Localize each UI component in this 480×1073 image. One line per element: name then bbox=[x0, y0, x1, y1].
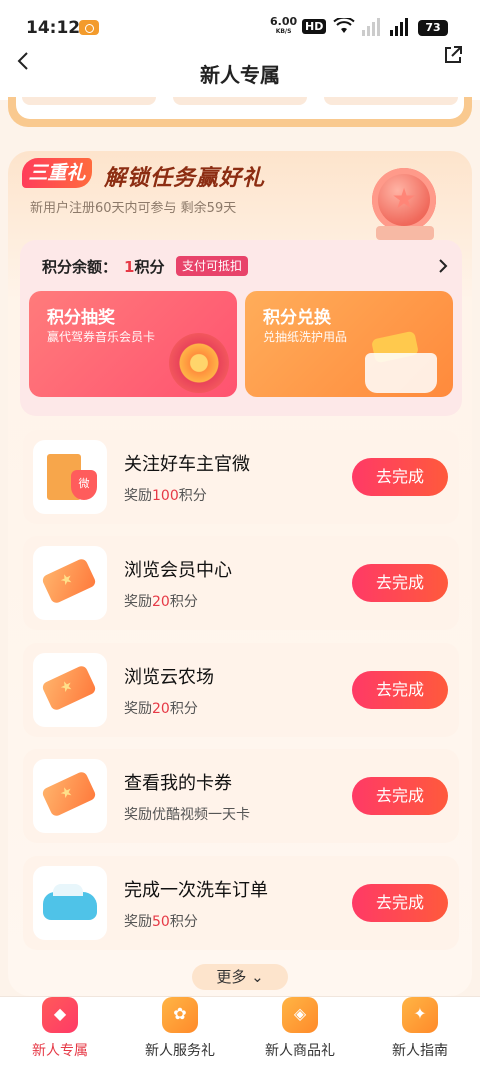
network-rate: 6.00 KB/S bbox=[270, 15, 298, 35]
task-name: 完成一次洗车订单 bbox=[124, 880, 268, 901]
compass-icon: ✦ bbox=[402, 997, 438, 1033]
status-time: 14:12 bbox=[26, 18, 81, 38]
signal-icon-sim1 bbox=[362, 18, 380, 36]
ticket-icon bbox=[33, 653, 107, 727]
previous-section-card bbox=[8, 97, 472, 127]
points-balance[interactable]: 1积分 bbox=[124, 256, 164, 277]
task-complete-button[interactable]: 去完成 bbox=[352, 564, 448, 602]
tag-icon: ◈ bbox=[282, 997, 318, 1033]
redeem-title: 积分兑换 bbox=[263, 308, 331, 328]
share-icon[interactable] bbox=[442, 44, 464, 66]
task-complete-button[interactable]: 去完成 bbox=[352, 777, 448, 815]
coin-pedestal-icon bbox=[376, 226, 434, 240]
redeem-subtitle: 兑抽纸洗护用品 bbox=[263, 330, 348, 344]
ticket-icon bbox=[33, 759, 107, 833]
task-item: 查看我的卡券 奖励优酷视频一天卡 去完成 bbox=[23, 749, 459, 843]
lottery-title: 积分抽奖 bbox=[47, 308, 115, 328]
task-item: 完成一次洗车订单 奖励50积分 去完成 bbox=[23, 856, 459, 950]
points-label: 积分余额： bbox=[42, 258, 118, 276]
points-tag: 支付可抵扣 bbox=[176, 256, 249, 276]
task-complete-button[interactable]: 去完成 bbox=[352, 458, 448, 496]
coin-icon bbox=[372, 168, 436, 232]
task-reward: 奖励20积分 bbox=[124, 594, 198, 610]
battery-icon: 73 bbox=[418, 20, 448, 36]
service-grid-icon: ✿ bbox=[162, 997, 198, 1033]
task-name: 浏览会员中心 bbox=[124, 560, 232, 581]
task-reward: 奖励50积分 bbox=[124, 914, 198, 930]
bottom-tab-bar: ◆ 新人专属 ✿ 新人服务礼 ◈ 新人商品礼 ✦ 新人指南 bbox=[0, 996, 480, 1073]
tab-newcomer-exclusive[interactable]: ◆ 新人专属 bbox=[0, 997, 120, 1073]
car-wash-icon bbox=[33, 866, 107, 940]
signal-icon-5g bbox=[390, 18, 408, 36]
nav-bar: 新人专属 bbox=[0, 44, 480, 100]
tab-newcomer-service-gift[interactable]: ✿ 新人服务礼 bbox=[120, 997, 240, 1073]
task-item: 微 关注好车主官微 奖励100积分 去完成 bbox=[23, 430, 459, 524]
task-reward: 奖励100积分 bbox=[124, 488, 207, 504]
promo-title: 解锁任务赢好礼 bbox=[104, 166, 266, 191]
task-name: 关注好车主官微 bbox=[124, 454, 250, 475]
task-item: 浏览会员中心 奖励20积分 去完成 bbox=[23, 536, 459, 630]
page-title: 新人专属 bbox=[200, 63, 280, 87]
chevron-right-icon[interactable] bbox=[436, 257, 450, 275]
task-reward: 奖励优酷视频一天卡 bbox=[124, 807, 250, 823]
hd-icon: HD bbox=[302, 19, 327, 34]
promo-subtitle: 新用户注册60天内可参与 剩余59天 bbox=[30, 201, 237, 216]
tab-newcomer-product-gift[interactable]: ◈ 新人商品礼 bbox=[240, 997, 360, 1073]
ticket-icon bbox=[33, 546, 107, 620]
wechat-official-icon: 微 bbox=[33, 440, 107, 514]
task-item: 浏览云农场 奖励20积分 去完成 bbox=[23, 643, 459, 737]
task-complete-button[interactable]: 去完成 bbox=[352, 671, 448, 709]
tab-newcomer-guide[interactable]: ✦ 新人指南 bbox=[360, 997, 480, 1073]
task-name: 浏览云农场 bbox=[124, 667, 214, 688]
points-redeem-tile[interactable]: 积分兑换 兑抽纸洗护用品 bbox=[245, 291, 453, 397]
lottery-subtitle: 赢代驾券音乐会员卡 bbox=[47, 330, 156, 344]
app-notification-icon bbox=[79, 20, 99, 35]
task-reward: 奖励20积分 bbox=[124, 701, 198, 717]
task-complete-button[interactable]: 去完成 bbox=[352, 884, 448, 922]
points-lottery-tile[interactable]: 积分抽奖 赢代驾券音乐会员卡 bbox=[29, 291, 237, 397]
task-name: 查看我的卡券 bbox=[124, 773, 232, 794]
status-bar: 14:12 6.00 KB/S HD 73 bbox=[0, 0, 480, 44]
wifi-icon bbox=[333, 18, 355, 33]
gift-icon: ◆ bbox=[42, 997, 78, 1033]
chevron-down-icon: ⌄ bbox=[251, 968, 264, 986]
prize-wheel-icon bbox=[169, 333, 229, 393]
shopping-basket-icon bbox=[365, 353, 437, 393]
promo-badge: 三重礼 bbox=[22, 158, 92, 188]
more-button[interactable]: 更多 ⌄ bbox=[192, 964, 288, 990]
